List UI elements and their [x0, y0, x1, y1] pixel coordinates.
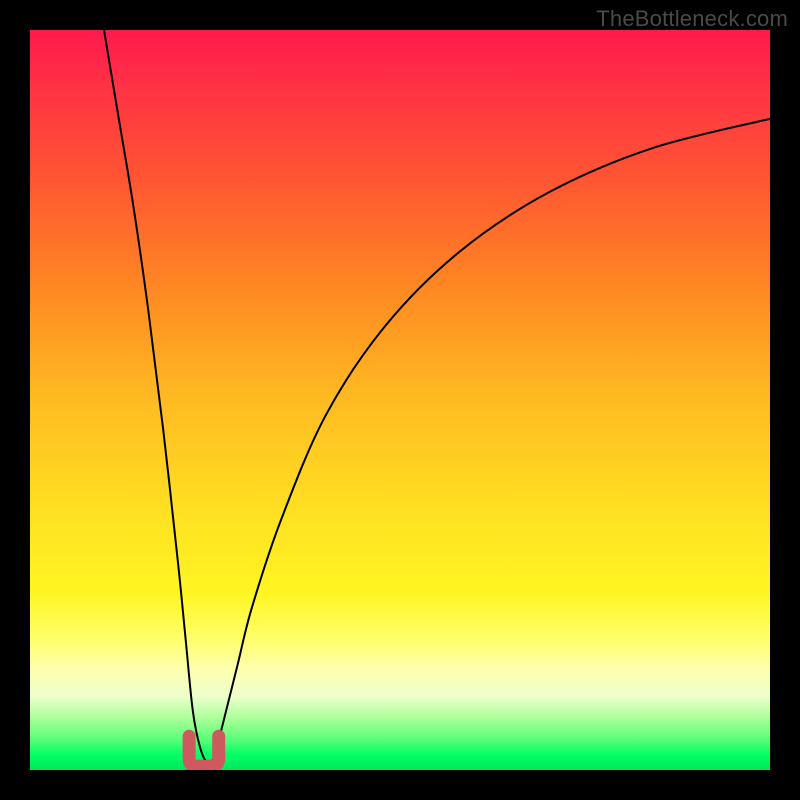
chart-svg — [30, 30, 770, 770]
bottleneck-curve-path — [104, 30, 770, 763]
chart-frame: TheBottleneck.com — [0, 0, 800, 800]
valley-marker-path — [189, 736, 219, 766]
watermark-text: TheBottleneck.com — [596, 6, 788, 32]
plot-area — [30, 30, 770, 770]
